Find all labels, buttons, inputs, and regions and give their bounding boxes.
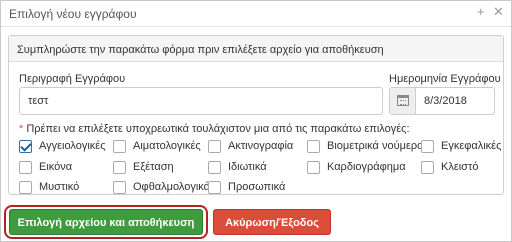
checkbox-label: Εικόνα — [39, 161, 73, 173]
checkbox[interactable] — [19, 181, 32, 194]
checkbox-label: Αιματολογικές — [133, 140, 201, 152]
description-label: Περιγραφή Εγγράφου — [19, 73, 126, 85]
document-dialog: Επιλογή νέου εγγράφου + ✕ Συμπληρώστε τη… — [0, 0, 512, 242]
checkbox[interactable] — [307, 161, 320, 174]
checkbox[interactable] — [113, 140, 126, 153]
checkbox-item[interactable]: Μυστικό — [19, 180, 109, 196]
checkbox[interactable] — [307, 140, 320, 153]
checkbox-item[interactable]: Εικόνα — [19, 160, 109, 176]
checkbox[interactable] — [208, 161, 221, 174]
checkbox-item[interactable]: Εγκεφαλικές — [421, 139, 501, 155]
calendar-icon — [397, 95, 409, 106]
panel-heading: Συμπληρώστε την παρακάτω φόρμα πριν επιλ… — [9, 36, 503, 62]
checkbox-label: Αγγειολογικές — [39, 140, 106, 152]
form-panel: Συμπληρώστε την παρακάτω φόρμα πριν επιλ… — [8, 35, 504, 195]
date-label: Ημερομηνία Εγγράφου — [389, 73, 501, 85]
checkbox-item[interactable]: Αιματολογικές — [113, 139, 213, 155]
date-value: 8/3/2018 — [424, 95, 467, 107]
checkbox-label: Βιομετρικά νούμερα — [327, 140, 424, 152]
required-star: * — [19, 123, 24, 135]
checkbox-label: Ιδιωτικά — [228, 161, 267, 173]
checkbox-label: Εξέταση — [133, 161, 174, 173]
checkbox-label: Προσωπικά — [228, 181, 286, 193]
checkbox[interactable] — [421, 161, 434, 174]
checkbox-label: Ακτινογραφία — [228, 140, 294, 152]
checkbox-label: Μυστικό — [39, 181, 80, 193]
checkbox[interactable] — [19, 161, 32, 174]
checkbox[interactable] — [113, 181, 126, 194]
checkbox-item[interactable]: Κλειστό — [421, 160, 501, 176]
checkbox-label: Οφθαλμολογικά — [133, 181, 211, 193]
checkbox[interactable] — [19, 140, 32, 153]
checkbox-label: Κλειστό — [441, 161, 479, 173]
select-file-and-save-button[interactable]: Επιλογή αρχείου και αποθήκευση — [9, 209, 203, 235]
checkbox-item[interactable]: Αγγειολογικές — [19, 139, 119, 155]
dialog-title: Επιλογή νέου εγγράφου — [9, 7, 137, 21]
checkbox[interactable] — [421, 140, 434, 153]
description-input[interactable]: τεστ — [19, 87, 383, 115]
checkbox-item[interactable]: Προσωπικά — [208, 180, 298, 196]
checkbox[interactable] — [113, 161, 126, 174]
checkbox-item[interactable]: Εξέταση — [113, 160, 203, 176]
checkbox-item[interactable]: Οφθαλμολογικά — [113, 180, 210, 196]
calendar-addon[interactable] — [390, 88, 416, 114]
checkbox-label: Καρδιογράφημα — [327, 161, 406, 173]
checkbox[interactable] — [208, 181, 221, 194]
panel-heading-text: Συμπληρώστε την παρακάτω φόρμα πριν επιλ… — [17, 44, 384, 56]
dialog-titlebar: Επιλογή νέου εγγράφου + ✕ — [1, 1, 511, 27]
close-icon[interactable]: ✕ — [493, 4, 504, 20]
checkbox[interactable] — [208, 140, 221, 153]
checkbox-item[interactable]: Καρδιογράφημα — [307, 160, 417, 176]
plus-icon[interactable]: + — [477, 4, 485, 20]
cancel-exit-button[interactable]: Ακύρωση/Έξοδος — [213, 209, 331, 235]
checkbox-item[interactable]: Ακτινογραφία — [208, 139, 308, 155]
description-value: τεστ — [28, 95, 49, 107]
checkbox-item[interactable]: Βιομετρικά νούμερα — [307, 139, 423, 155]
checkbox-label: Εγκεφαλικές — [441, 140, 502, 152]
checkbox-item[interactable]: Ιδιωτικά — [208, 160, 298, 176]
date-input[interactable]: 8/3/2018 — [389, 87, 495, 115]
required-text: Πρέπει να επιλέξετε υποχρεωτικά τουλάχισ… — [26, 123, 410, 135]
required-note: * Πρέπει να επιλέξετε υποχρεωτικά τουλάχ… — [19, 123, 410, 135]
